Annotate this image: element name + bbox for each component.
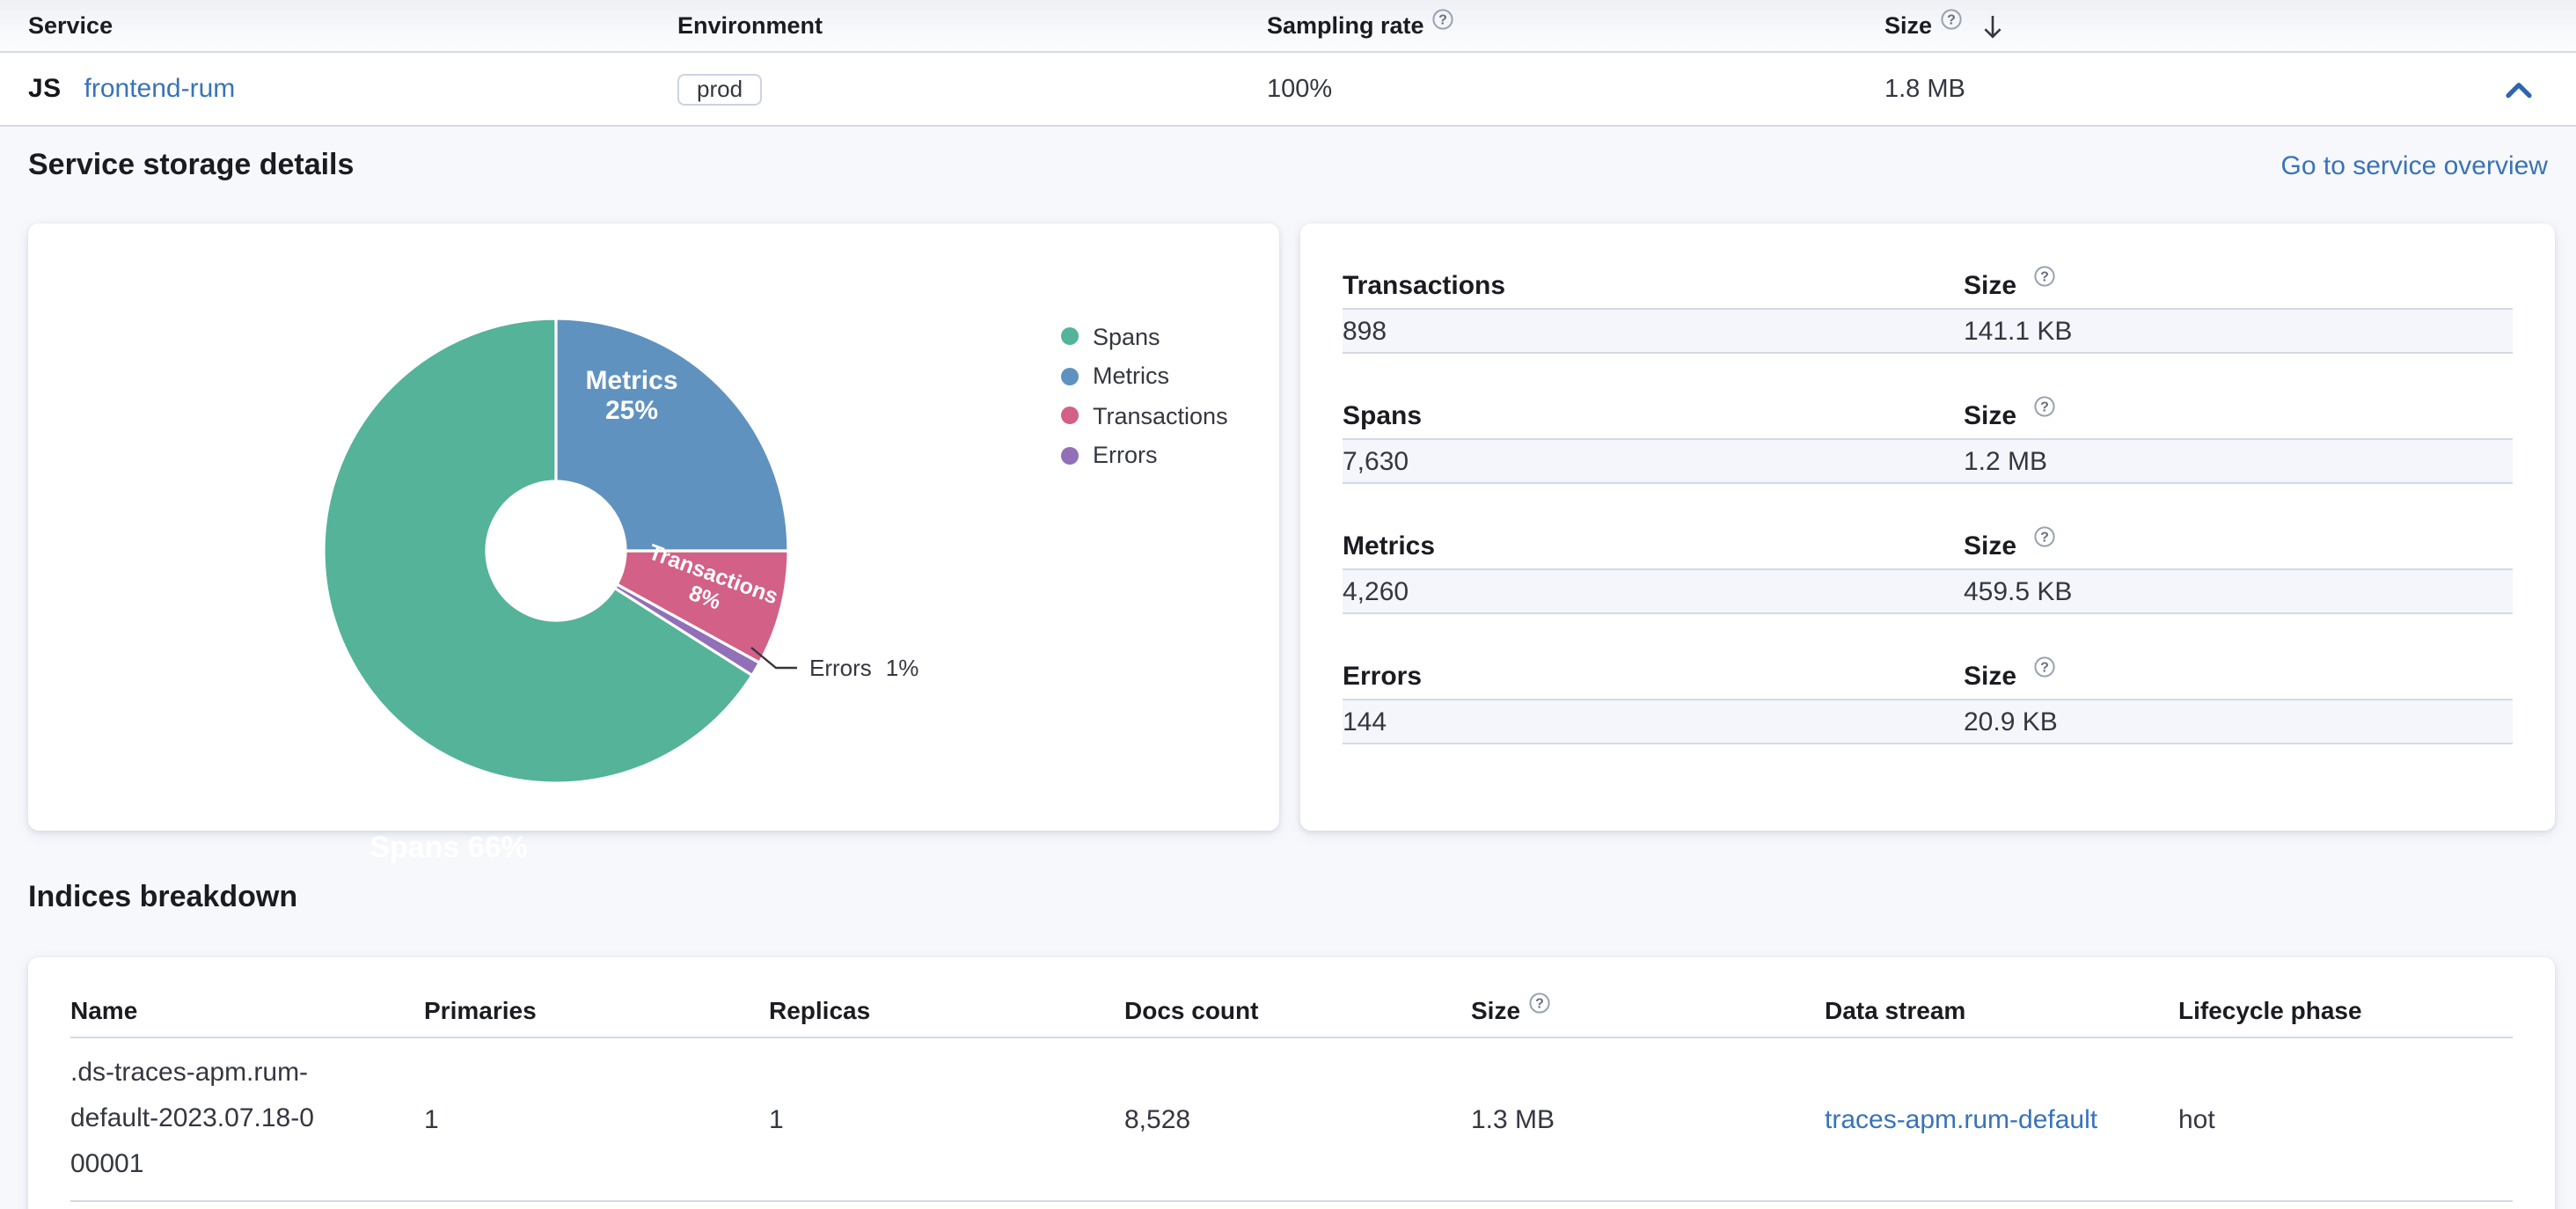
storage-group-spans: Spans Size ? 7,630 1.2 MB: [1343, 394, 2513, 484]
help-icon[interactable]: ?: [2034, 656, 2055, 677]
column-header-environment[interactable]: Environment: [677, 12, 1267, 39]
column-header-service[interactable]: Service: [28, 12, 677, 39]
size-value: 1.8 MB: [1884, 75, 2488, 103]
group-label: Transactions: [1343, 271, 1964, 301]
legend-item-metrics[interactable]: Metrics: [1061, 356, 1228, 396]
doc-count: 144: [1343, 707, 1964, 736]
index-docs-count: 8,528: [1124, 1104, 1471, 1134]
service-table-header: Service Environment Sampling rate ? Size…: [0, 0, 2576, 53]
group-label: Spans: [1343, 401, 1964, 431]
chevron-up-icon: [2505, 80, 2531, 98]
help-icon[interactable]: ?: [2034, 395, 2055, 416]
service-table: Service Environment Sampling rate ? Size…: [0, 0, 2576, 127]
column-header-replicas: Replicas: [769, 995, 1124, 1023]
svg-text:?: ?: [2040, 399, 2049, 414]
svg-text:?: ?: [2040, 268, 2049, 283]
group-label: Metrics: [1343, 531, 1964, 561]
storage-group-metrics: Metrics Size ? 4,260 459.5 KB: [1343, 524, 2513, 614]
legend-dot-errors: [1061, 447, 1079, 465]
help-icon[interactable]: ?: [1433, 8, 1454, 29]
index-primaries: 1: [424, 1104, 769, 1134]
service-name-link[interactable]: frontend-rum: [84, 74, 236, 104]
doc-count: 7,630: [1343, 446, 1964, 476]
column-header-name: Name: [70, 995, 424, 1023]
size-value: 141.1 KB: [1964, 316, 2513, 346]
index-size: 1.3 MB: [1471, 1104, 1825, 1134]
legend-dot-transactions: [1061, 407, 1079, 425]
sampling-rate-value: 100%: [1267, 75, 1884, 103]
group-values-row: 144 20.9 KB: [1343, 700, 2513, 744]
indices-breakdown-title: Indices breakdown: [28, 880, 297, 915]
collapse-row-button[interactable]: [2497, 68, 2539, 110]
column-header-size: Size ?: [1471, 995, 1825, 1023]
size-value: 1.2 MB: [1964, 446, 2513, 476]
svg-text:?: ?: [1439, 11, 1448, 26]
group-size-header: Size ?: [1964, 662, 2513, 692]
group-size-header: Size ?: [1964, 531, 2513, 561]
group-size-header: Size ?: [1964, 401, 2513, 431]
service-cell: JS frontend-rum: [28, 74, 677, 104]
column-header-size-sorted[interactable]: Size ?: [1884, 12, 2488, 39]
storage-details-header-row: Service storage details Go to service ov…: [28, 148, 2548, 183]
environment-badge: prod: [677, 73, 762, 105]
legend-dot-metrics: [1061, 368, 1079, 385]
svg-text:?: ?: [2040, 659, 2049, 674]
group-values-row: 7,630 1.2 MB: [1343, 440, 2513, 484]
help-icon[interactable]: ?: [1941, 8, 1962, 29]
size-value: 459.5 KB: [1964, 576, 2513, 606]
svg-text:?: ?: [1535, 995, 1544, 1010]
indices-breakdown-card: Name Primaries Replicas Docs count Size …: [28, 957, 2555, 1209]
javascript-agent-icon: JS: [28, 74, 62, 104]
help-icon[interactable]: ?: [1529, 992, 1550, 1013]
index-lifecycle-phase: hot: [2178, 1104, 2513, 1134]
storage-explorer-page: Service Environment Sampling rate ? Size…: [0, 0, 2576, 1209]
doc-count: 4,260: [1343, 576, 1964, 606]
column-header-sampling-rate[interactable]: Sampling rate ?: [1267, 12, 1884, 39]
size-value: 20.9 KB: [1964, 707, 2513, 736]
svg-text:?: ?: [1947, 11, 1956, 26]
group-size-header: Size ?: [1964, 271, 2513, 301]
sort-desc-icon: [1981, 13, 2004, 38]
column-header-primaries: Primaries: [424, 995, 769, 1023]
legend-item-errors[interactable]: Errors: [1061, 436, 1228, 475]
group-values-row: 4,260 459.5 KB: [1343, 570, 2513, 614]
column-header-docs-count: Docs count: [1124, 995, 1471, 1023]
index-name: .ds-traces-apm.rum-default-2023.07.18-00…: [70, 1051, 320, 1188]
storage-sizes-card: Transactions Size ? 898 141.1 KB Spans S…: [1300, 223, 2555, 831]
slice-label-spans: Spans 66%: [370, 831, 528, 866]
help-icon[interactable]: ?: [2034, 525, 2055, 546]
legend-item-transactions[interactable]: Transactions: [1061, 396, 1228, 436]
group-values-row: 898 141.1 KB: [1343, 310, 2513, 354]
slice-label-errors: Errors 1%: [809, 655, 918, 681]
index-row: .ds-traces-apm.rum-default-2023.07.18-00…: [70, 1038, 2513, 1202]
doc-count: 898: [1343, 316, 1964, 346]
legend-dot-spans: [1061, 328, 1079, 346]
storage-group-errors: Errors Size ? 144 20.9 KB: [1343, 655, 2513, 744]
column-header-data-stream: Data stream: [1825, 995, 2178, 1023]
data-stream-link[interactable]: traces-apm.rum-default: [1825, 1104, 2178, 1134]
chart-legend: Spans Metrics Transactions Errors: [1061, 317, 1228, 475]
legend-item-spans[interactable]: Spans: [1061, 317, 1228, 356]
storage-group-transactions: Transactions Size ? 898 141.1 KB: [1343, 264, 2513, 354]
service-row-frontend-rum: JS frontend-rum prod 100% 1.8 MB: [0, 53, 2576, 127]
storage-donut-card: Metrics 25% Spans 66% Transactions 8% Er…: [28, 223, 1279, 831]
group-label: Errors: [1343, 662, 1964, 692]
help-icon[interactable]: ?: [2034, 265, 2055, 286]
storage-details-title: Service storage details: [28, 148, 354, 183]
go-to-service-overview-link[interactable]: Go to service overview: [2281, 150, 2548, 180]
svg-text:?: ?: [2040, 529, 2049, 544]
donut-chart: [28, 223, 1279, 831]
donut-slice-metrics[interactable]: [556, 319, 788, 551]
indices-table-header: Name Primaries Replicas Docs count Size …: [70, 982, 2513, 1038]
column-header-lifecycle-phase: Lifecycle phase: [2178, 995, 2513, 1023]
index-replicas: 1: [769, 1104, 1124, 1134]
